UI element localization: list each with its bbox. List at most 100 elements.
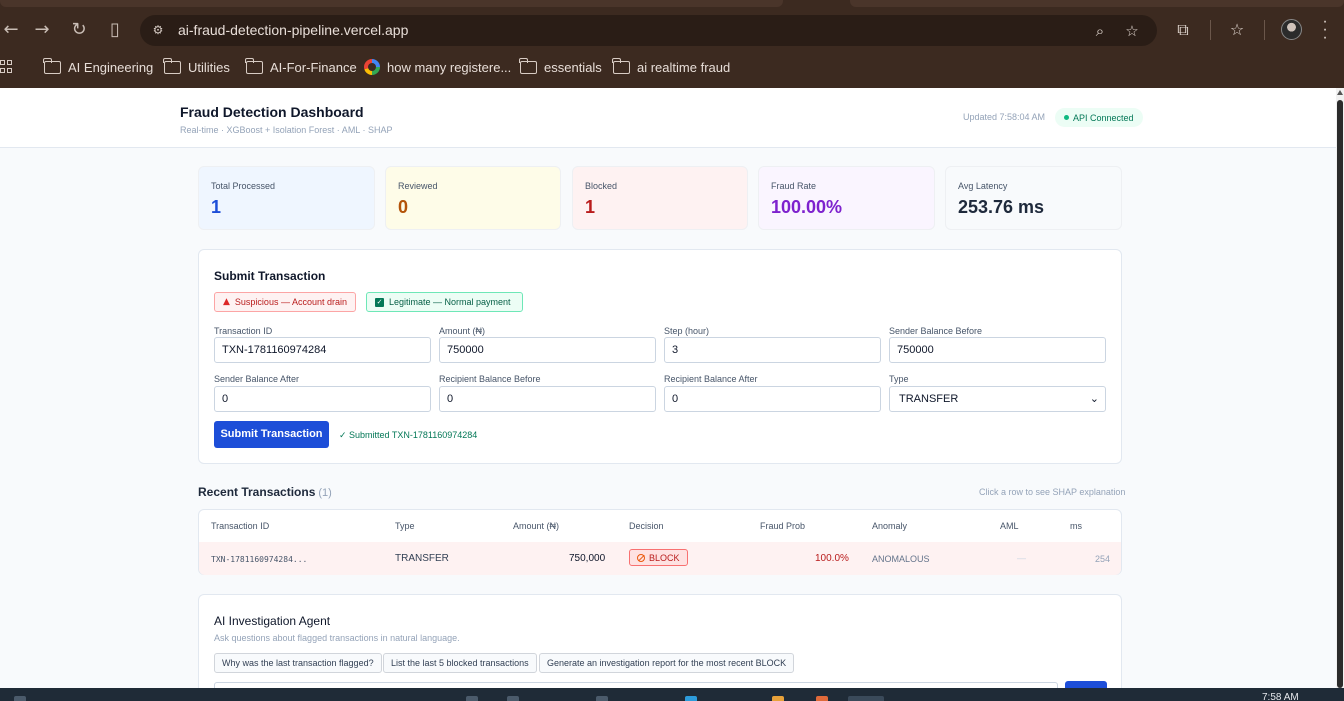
block-icon — [637, 553, 645, 562]
stat-label: Fraud Rate — [771, 181, 817, 191]
preset-label: Suspicious — Account drain — [234, 297, 347, 307]
checkbox-icon: ✓ — [375, 297, 384, 307]
bookmarks-menu-icon[interactable]: ☆ — [1226, 19, 1248, 41]
card-title: Submit Transaction — [214, 269, 326, 283]
bookmark-star-icon[interactable]: ☆ — [1123, 22, 1141, 40]
submit-transaction-button[interactable]: Submit Transaction — [214, 421, 329, 448]
cell-anomaly: ANOMALOUS — [872, 554, 930, 564]
type-select[interactable]: TRANSFER ⌄ — [889, 386, 1106, 412]
field-label: Type — [889, 374, 909, 384]
preset-label: Legitimate — Normal payment — [389, 297, 511, 307]
os-taskbar — [0, 688, 1344, 701]
status-dot-icon — [1064, 115, 1069, 120]
stat-blocked: Blocked 1 — [572, 166, 748, 230]
bookmark-ai-for-finance[interactable]: AI-For-Finance — [245, 57, 357, 76]
folder-icon — [43, 57, 61, 74]
google-icon — [364, 59, 380, 75]
taskbar-app-icon[interactable] — [507, 696, 519, 701]
stat-label: Total Processed — [211, 181, 276, 191]
browser-tab[interactable] — [850, 0, 1344, 7]
cell-transaction-id: TXN-1781160974284... — [211, 555, 308, 564]
transactions-table: Transaction ID Type Amount (₦) Decision … — [198, 509, 1122, 575]
taskbar-app-icon[interactable] — [848, 696, 884, 701]
scroll-up-arrow-icon[interactable] — [1337, 90, 1343, 95]
stat-reviewed: Reviewed 0 — [385, 166, 561, 230]
start-icon[interactable] — [14, 696, 26, 701]
taskbar-app-icon[interactable] — [685, 696, 697, 701]
bookmark-ai-engineering[interactable]: AI Engineering — [43, 57, 154, 76]
field-label: Recipient Balance After — [664, 374, 758, 384]
bookmark-label: AI Engineering — [68, 59, 154, 75]
dashboard-header: Fraud Detection Dashboard Real-time · XG… — [0, 88, 1336, 148]
site-info-icon[interactable]: ⚙ — [150, 22, 166, 38]
field-label: Transaction ID — [214, 326, 273, 336]
more-menu-icon[interactable]: · · · — [1318, 14, 1332, 46]
card-title: AI Investigation Agent — [214, 614, 331, 628]
page-title: Fraud Detection Dashboard — [180, 104, 364, 120]
transaction-id-input[interactable]: TXN-1781160974284 — [214, 337, 431, 363]
decision-badge: BLOCK — [629, 549, 688, 566]
suggestion-chip[interactable]: List the last 5 blocked transactions — [383, 653, 537, 673]
suggestion-chip[interactable]: Generate an investigation report for the… — [539, 653, 795, 673]
taskbar-app-icon[interactable] — [772, 696, 784, 701]
url-text[interactable]: ai-fraud-detection-pipeline.vercel.app — [178, 22, 408, 38]
preset-suspicious-button[interactable]: ▲ Suspicious — Account drain — [214, 292, 356, 312]
apps-grid-icon[interactable] — [0, 60, 12, 74]
bookmark-utilities[interactable]: Utilities — [163, 57, 230, 76]
api-status-badge: API Connected — [1055, 108, 1143, 127]
back-icon[interactable]: ← — [0, 19, 22, 41]
recipient-balance-after-input[interactable]: 0 — [664, 386, 881, 412]
browser-tab[interactable] — [0, 0, 783, 7]
chevron-down-icon: ⌄ — [1089, 392, 1099, 405]
column-header: Type — [395, 521, 415, 531]
table-row[interactable]: TXN-1781160974284... TRANSFER 750,000 BL… — [199, 542, 1121, 575]
stat-label: Blocked — [585, 181, 618, 191]
split-view-icon[interactable]: ▯ — [104, 19, 126, 41]
cell-aml: — — [1017, 553, 1026, 563]
bookmark-essentials[interactable]: essentials — [519, 57, 602, 76]
updated-timestamp: Updated 7:58:04 AM — [963, 112, 1046, 122]
column-header: Anomaly — [872, 521, 908, 531]
scrollbar-thumb[interactable] — [1337, 100, 1343, 688]
sender-balance-before-input[interactable]: 750000 — [889, 337, 1106, 363]
agent-subtitle: Ask questions about flagged transactions… — [214, 633, 460, 643]
profile-avatar[interactable] — [1281, 19, 1302, 40]
folder-icon — [519, 57, 537, 74]
stat-value: 100.00% — [771, 197, 843, 217]
sender-balance-after-input[interactable]: 0 — [214, 386, 431, 412]
stat-label: Reviewed — [398, 181, 438, 191]
decision-label: BLOCK — [649, 552, 680, 563]
stat-value: 1 — [585, 197, 596, 217]
type-select-value: TRANSFER — [899, 393, 959, 405]
extensions-icon[interactable]: ⧉ — [1172, 19, 1194, 41]
field-label: Amount (₦) — [439, 326, 486, 336]
page-subtitle: Real-time · XGBoost + Isolation Forest ·… — [180, 125, 393, 135]
recipient-balance-before-input[interactable]: 0 — [439, 386, 656, 412]
column-header: ms — [1070, 521, 1082, 531]
stat-avg-latency: Avg Latency 253.76 ms — [945, 166, 1122, 230]
step-hour-input[interactable]: 3 — [664, 337, 881, 363]
submit-transaction-card: Submit Transaction ▲ Suspicious — Accoun… — [198, 249, 1122, 464]
browser-toolbar: ← → ↻ ▯ ⚙ ai-fraud-detection-pipeline.ve… — [0, 0, 1344, 88]
taskbar-app-icon[interactable] — [596, 696, 608, 701]
preset-legitimate-button[interactable]: ✓ Legitimate — Normal payment — [366, 292, 523, 312]
column-header: AML — [1000, 521, 1019, 531]
zoom-icon[interactable]: ⌕ — [1091, 22, 1109, 40]
address-bar[interactable]: ⚙ ai-fraud-detection-pipeline.vercel.app… — [140, 15, 1157, 46]
field-label: Step (hour) — [664, 326, 710, 336]
cell-fraud-prob: 100.0% — [815, 553, 849, 564]
reload-icon[interactable]: ↻ — [68, 19, 90, 41]
taskbar-app-icon[interactable] — [466, 696, 478, 701]
column-header: Fraud Prob — [760, 521, 806, 531]
amount-input[interactable]: 750000 — [439, 337, 656, 363]
column-header: Transaction ID — [211, 521, 270, 531]
bookmark-label: ai realtime fraud — [637, 59, 731, 75]
forward-icon[interactable]: → — [31, 19, 53, 41]
taskbar-app-icon[interactable] — [816, 696, 828, 701]
column-header: Amount (₦) — [513, 521, 560, 531]
suggestion-chip[interactable]: Why was the last transaction flagged? — [214, 653, 382, 673]
warning-icon: ▲ — [223, 297, 230, 307]
bookmark-google-search[interactable]: how many registere... — [364, 58, 511, 76]
bookmark-ai-realtime-fraud[interactable]: ai realtime fraud — [612, 57, 731, 76]
column-header: Decision — [629, 521, 664, 531]
